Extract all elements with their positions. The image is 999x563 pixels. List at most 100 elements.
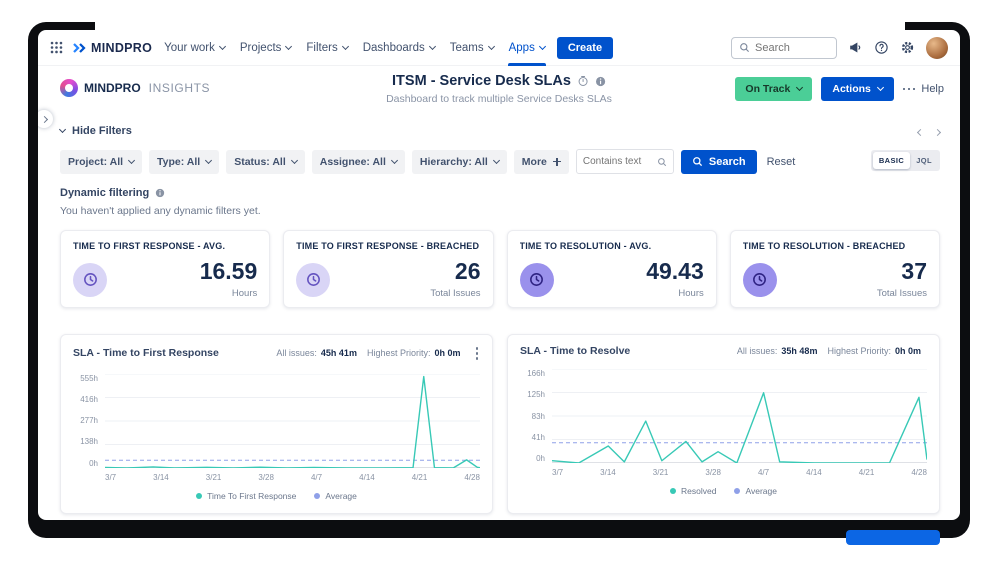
chevron-down-icon: [493, 156, 500, 163]
kpi-unit: Total Issues: [430, 288, 480, 299]
chevron-down-icon: [391, 156, 398, 163]
kpi-value: 16.59: [200, 260, 258, 283]
nav-item-teams[interactable]: Teams: [447, 30, 497, 66]
chevron-left-icon: [917, 129, 924, 136]
chevron-down-icon: [539, 42, 546, 49]
insights-brand-name: MINDPRO: [84, 81, 141, 95]
kpi-value: 49.43: [646, 260, 704, 283]
help-label: Help: [921, 83, 944, 95]
line-chart-plot: [552, 369, 927, 463]
mindpro-logo-text: MINDPRO: [91, 41, 152, 55]
chevron-down-icon: [59, 126, 66, 133]
global-search[interactable]: [731, 37, 837, 59]
kpi-card-resolution-avg: TIME TO RESOLUTION - AVG. 49.43 Hours: [507, 230, 717, 308]
sla-clock-icon: [520, 263, 554, 297]
user-avatar[interactable]: [926, 37, 948, 59]
chevron-right-icon: [40, 115, 47, 122]
chart-card-time-to-resolve: SLA - Time to Resolve All issues:35h 48m…: [507, 334, 940, 514]
chart-stats: All issues:35h 48m Highest Priority:0h 0…: [737, 346, 927, 356]
search-input[interactable]: [755, 42, 829, 54]
chart-menu-kebab-icon[interactable]: [474, 345, 481, 362]
x-axis: 3/73/14 3/213/28 4/74/14 4/214/28: [105, 473, 480, 482]
info-icon[interactable]: [595, 76, 606, 87]
legend-dot-series-icon: [670, 488, 676, 494]
legend-item: Resolved: [670, 486, 716, 496]
dynamic-filtering-title: Dynamic filtering: [60, 187, 940, 199]
help-icon[interactable]: [874, 40, 889, 55]
nav-item-dashboards[interactable]: Dashboards: [360, 30, 438, 66]
filter-more[interactable]: More: [514, 150, 569, 174]
kpi-title: TIME TO FIRST RESPONSE - BREACHED: [296, 241, 480, 251]
line-chart-plot: [105, 374, 480, 468]
legend-item: Average: [734, 486, 777, 496]
title-block: ITSM - Service Desk SLAs Dashboard to tr…: [386, 73, 612, 105]
legend-item: Average: [314, 491, 357, 501]
plus-icon: [553, 158, 561, 166]
legend-dot-series-icon: [196, 493, 202, 499]
filter-status[interactable]: Status: All: [226, 150, 305, 174]
kpi-card-first-response-breached: TIME TO FIRST RESPONSE - BREACHED 26 Tot…: [283, 230, 493, 308]
chevron-down-icon: [219, 42, 226, 49]
status-badge[interactable]: On Track: [735, 77, 812, 101]
chart-legend: Resolved Average: [520, 486, 927, 496]
chevron-down-icon: [128, 156, 135, 163]
nav-item-projects[interactable]: Projects: [237, 30, 295, 66]
chat-widget-button[interactable]: [846, 530, 940, 545]
kpi-value: 26: [430, 260, 480, 283]
mindpro-logo[interactable]: MINDPRO: [72, 41, 152, 55]
filter-type[interactable]: Type: All: [149, 150, 219, 174]
chart-title: SLA - Time to Resolve: [520, 345, 630, 357]
reset-button[interactable]: Reset: [767, 156, 796, 168]
info-icon[interactable]: [155, 188, 165, 198]
query-mode-toggle: BASIC JQL: [871, 150, 940, 171]
search-icon: [739, 42, 750, 53]
chevron-down-icon: [205, 156, 212, 163]
navbar-right: [731, 37, 948, 59]
app-window: MINDPRO Your work Projects Filters Dashb…: [38, 30, 960, 520]
timer-icon: [577, 75, 589, 87]
kpi-cards-row: TIME TO FIRST RESPONSE - AVG. 16.59 Hour…: [60, 230, 940, 308]
contains-text-field[interactable]: [576, 149, 674, 174]
filter-assignee[interactable]: Assignee: All: [312, 150, 405, 174]
chevron-down-icon: [488, 42, 495, 49]
kpi-card-resolution-breached: TIME TO RESOLUTION - BREACHED 37 Total I…: [730, 230, 940, 308]
filter-row: Project: All Type: All Status: All Assig…: [60, 149, 940, 174]
insights-logo-icon: [60, 79, 78, 97]
nav-item-your-work[interactable]: Your work: [161, 30, 228, 66]
nav-item-filters[interactable]: Filters: [303, 30, 350, 66]
contains-text-input[interactable]: [583, 156, 653, 167]
help-menu[interactable]: Help: [903, 83, 944, 95]
filter-search-button[interactable]: Search: [681, 150, 757, 174]
x-axis: 3/73/14 3/213/28 4/74/14 4/214/28: [552, 468, 927, 477]
filter-hierarchy[interactable]: Hierarchy: All: [412, 150, 507, 174]
create-button[interactable]: Create: [557, 37, 613, 59]
search-icon: [692, 156, 703, 167]
sla-clock-icon: [296, 263, 330, 297]
legend-dot-average-icon: [734, 488, 740, 494]
chevron-down-icon: [429, 42, 436, 49]
kpi-value: 37: [877, 260, 927, 283]
actions-button[interactable]: Actions: [821, 77, 894, 101]
chevron-down-icon: [291, 156, 298, 163]
chevron-right-icon: [934, 129, 941, 136]
mode-jql-button[interactable]: JQL: [910, 152, 938, 169]
dashboard-pager: [918, 122, 940, 140]
settings-gear-icon[interactable]: [900, 40, 915, 55]
sla-clock-icon: [73, 263, 107, 297]
announcement-icon[interactable]: [848, 40, 863, 55]
app-switcher-icon[interactable]: [50, 41, 63, 54]
prev-page-button[interactable]: [918, 122, 923, 140]
chevron-down-icon: [285, 42, 292, 49]
mode-basic-button[interactable]: BASIC: [873, 152, 910, 169]
kpi-title: TIME TO RESOLUTION - BREACHED: [743, 241, 927, 251]
legend-item: Time To First Response: [196, 491, 296, 501]
filter-project[interactable]: Project: All: [60, 150, 142, 174]
sla-clock-icon: [743, 263, 777, 297]
more-options-icon: [903, 88, 916, 91]
kpi-title: TIME TO FIRST RESPONSE - AVG.: [73, 241, 257, 251]
search-icon: [657, 157, 667, 167]
nav-item-apps[interactable]: Apps: [506, 30, 548, 66]
next-page-button[interactable]: [935, 122, 940, 140]
hide-filters-toggle[interactable]: Hide Filters: [60, 125, 132, 137]
kpi-unit: Total Issues: [877, 288, 927, 299]
